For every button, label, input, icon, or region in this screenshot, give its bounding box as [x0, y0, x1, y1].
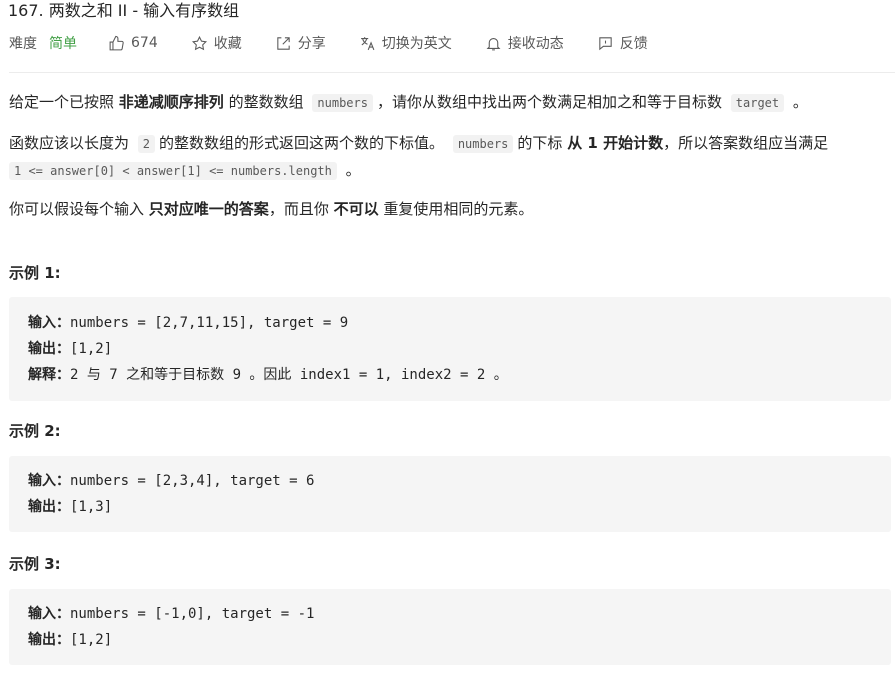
text: ，所以答案数组应当满足 — [663, 134, 829, 152]
subscribe-button[interactable]: 接收动态 — [485, 33, 564, 53]
output-label: 输出： — [28, 632, 70, 648]
text: 。 — [345, 161, 361, 179]
input-label: 输入： — [28, 473, 70, 489]
input-value: numbers = [2,3,4], target = 6 — [70, 473, 315, 489]
problem-toolbar: 难度 简单 674 收藏 分享 切换为英文 接收动态 反馈 — [9, 30, 681, 56]
text: 的下标 — [517, 134, 563, 152]
explain-value: 2 与 7 之和等于目标数 9 。因此 index1 = 1, index2 =… — [70, 367, 508, 383]
favorite-label: 收藏 — [213, 36, 242, 52]
like-button[interactable]: 674 — [108, 35, 158, 52]
example-title: 示例 3: — [9, 555, 61, 573]
difficulty-label: 难度 — [9, 36, 37, 52]
explain-label: 解释： — [28, 367, 70, 383]
description-paragraph-2: 函数应该以长度为 2 的整数数组的形式返回这两个数的下标值。 numbers 的下标… — [9, 130, 885, 184]
description-paragraph-3: 你可以假设每个输入 只对应唯一的答案，而且你 不可以 重复使用相同的元素。 — [9, 196, 885, 222]
example-input-line: 输入：numbers = [2,7,11,15], target = 9 — [28, 310, 891, 336]
inline-code: 1 <= answer[0] < answer[1] <= numbers.le… — [9, 162, 337, 180]
text: 。 — [792, 93, 808, 111]
example-title: 示例 1: — [9, 264, 61, 282]
example-output-line: 输出：[1,2] — [28, 336, 891, 362]
divider — [9, 72, 895, 73]
translate-label: 切换为英文 — [381, 36, 452, 52]
bold-text: 非递减顺序排列 — [118, 93, 224, 111]
text: 重复使用相同的元素。 — [383, 200, 534, 218]
inline-code: 2 — [137, 135, 156, 153]
inline-code: numbers — [452, 135, 514, 153]
example-code-block: 输入：numbers = [2,7,11,15], target = 9 输出：… — [9, 297, 891, 401]
inline-code: numbers — [312, 94, 373, 112]
text: 给定一个已按照 — [9, 93, 115, 111]
thumbs-up-icon — [109, 35, 124, 50]
share-label: 分享 — [297, 36, 326, 52]
problem-title: 167. 两数之和 II - 输入有序数组 — [8, 1, 240, 20]
subscribe-label: 接收动态 — [507, 36, 564, 52]
feedback-button[interactable]: 反馈 — [597, 33, 648, 53]
share-icon — [277, 36, 290, 50]
example-explanation-line: 解释：2 与 7 之和等于目标数 9 。因此 index1 = 1, index… — [28, 362, 891, 388]
share-button[interactable]: 分享 — [275, 33, 326, 53]
input-value: numbers = [-1,0], target = -1 — [70, 606, 315, 622]
output-value: [1,2] — [70, 341, 113, 357]
output-label: 输出： — [28, 499, 70, 515]
example-code-block: 输入：numbers = [2,3,4], target = 6 输出：[1,3… — [9, 456, 891, 532]
bell-icon — [486, 37, 501, 50]
feedback-label: 反馈 — [619, 36, 648, 52]
star-icon — [191, 35, 207, 50]
text: 的整数数组的形式返回这两个数的下标值。 — [159, 134, 445, 152]
example-input-line: 输入：numbers = [-1,0], target = -1 — [28, 601, 891, 627]
favorite-button[interactable]: 收藏 — [191, 33, 242, 53]
example-code-block: 输入：numbers = [-1,0], target = -1 输出：[1,2… — [9, 589, 891, 665]
example-title: 示例 2: — [9, 422, 61, 440]
input-label: 输入： — [28, 606, 70, 622]
input-label: 输入： — [28, 315, 70, 331]
example-output-line: 输出：[1,2] — [28, 627, 891, 653]
example-input-line: 输入：numbers = [2,3,4], target = 6 — [28, 468, 891, 494]
difficulty-badge: 简单 — [49, 36, 77, 52]
like-count: 674 — [131, 35, 158, 51]
inline-code: target — [730, 94, 785, 112]
text: 的整数数组 — [228, 93, 304, 111]
output-label: 输出： — [28, 341, 70, 357]
translate-icon — [360, 36, 375, 50]
text: 你可以假设每个输入 — [9, 200, 145, 218]
feedback-icon — [599, 36, 612, 50]
text: 函数应该以长度为 — [9, 134, 130, 152]
input-value: numbers = [2,7,11,15], target = 9 — [70, 315, 349, 331]
text: ，请你从数组中找出两个数满足相加之和等于目标数 — [376, 93, 722, 111]
example-output-line: 输出：[1,3] — [28, 494, 891, 520]
bold-text: 不可以 — [333, 200, 379, 218]
text: ，而且你 — [268, 200, 329, 218]
output-value: [1,2] — [70, 632, 113, 648]
bold-text: 从 1 开始计数 — [567, 134, 664, 152]
translate-button[interactable]: 切换为英文 — [359, 33, 452, 53]
output-value: [1,3] — [70, 499, 113, 515]
bold-text: 只对应唯一的答案 — [148, 200, 269, 218]
description-paragraph-1: 给定一个已按照 非递减顺序排列 的整数数组 numbers ，请你从数组中找出两个… — [9, 89, 885, 116]
